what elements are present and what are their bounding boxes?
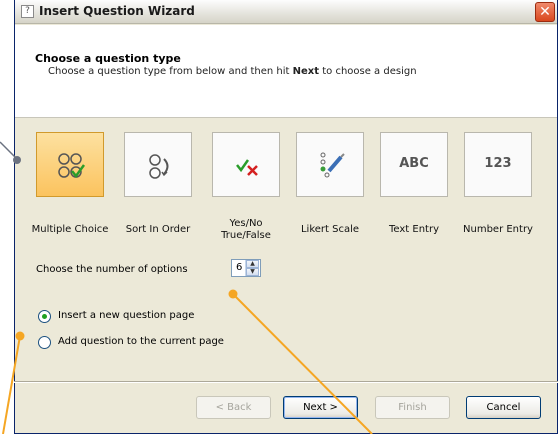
tile-sort-in-order[interactable]	[124, 132, 192, 197]
text-entry-icon: ABC	[399, 156, 429, 171]
back-button[interactable]: < Back	[196, 396, 271, 419]
label-sort-in-order: Sort In Order	[125, 224, 191, 235]
window-title: Insert Question Wizard	[39, 4, 195, 18]
label-yes-no: Yes/No True/False	[221, 218, 271, 241]
options-label: Choose the number of options	[36, 264, 188, 275]
likert-icon	[320, 152, 345, 178]
finish-button[interactable]: Finish	[375, 396, 450, 419]
close-button[interactable]: ✕	[535, 2, 555, 22]
cancel-button[interactable]: Cancel	[466, 396, 541, 419]
number-entry-icon: 123	[484, 156, 512, 171]
tile-number-entry[interactable]: 123	[464, 132, 532, 197]
label-number-entry: Number Entry	[463, 224, 533, 235]
sort-order-icon	[149, 154, 169, 179]
radio-label-add-current: Add question to the current page	[58, 336, 224, 347]
spin-up-icon[interactable]: ▲	[246, 260, 259, 268]
wizard-header: Choose a question type Choose a question…	[15, 25, 557, 118]
wizard-window: ? Insert Question Wizard ✕ Choose a ques…	[14, 0, 558, 434]
multiple-choice-icon	[58, 153, 86, 179]
button-separator	[14, 381, 558, 383]
yes-no-icon	[236, 159, 258, 176]
tile-yes-no[interactable]	[212, 132, 280, 197]
wizard-icon: ?	[21, 5, 34, 18]
label-likert-scale: Likert Scale	[300, 224, 360, 235]
radio-indicator-checked[interactable]	[38, 310, 51, 323]
spin-down-icon[interactable]: ▼	[246, 268, 259, 276]
options-spinner[interactable]: ▲ ▼	[245, 260, 259, 276]
radio-indicator[interactable]	[38, 336, 51, 349]
page-title: Choose a question type	[35, 52, 181, 65]
page-subtitle: Choose a question type from below and th…	[48, 66, 417, 77]
tile-text-entry[interactable]: ABC	[380, 132, 448, 197]
next-button[interactable]: Next >	[283, 396, 358, 419]
title-bar: ? Insert Question Wizard ✕	[15, 0, 557, 24]
tile-multiple-choice[interactable]	[36, 132, 104, 197]
radio-label-insert-new: Insert a new question page	[58, 310, 195, 321]
tile-likert-scale[interactable]	[296, 132, 364, 197]
label-text-entry: Text Entry	[388, 224, 439, 235]
label-multiple-choice: Multiple Choice	[31, 224, 109, 235]
